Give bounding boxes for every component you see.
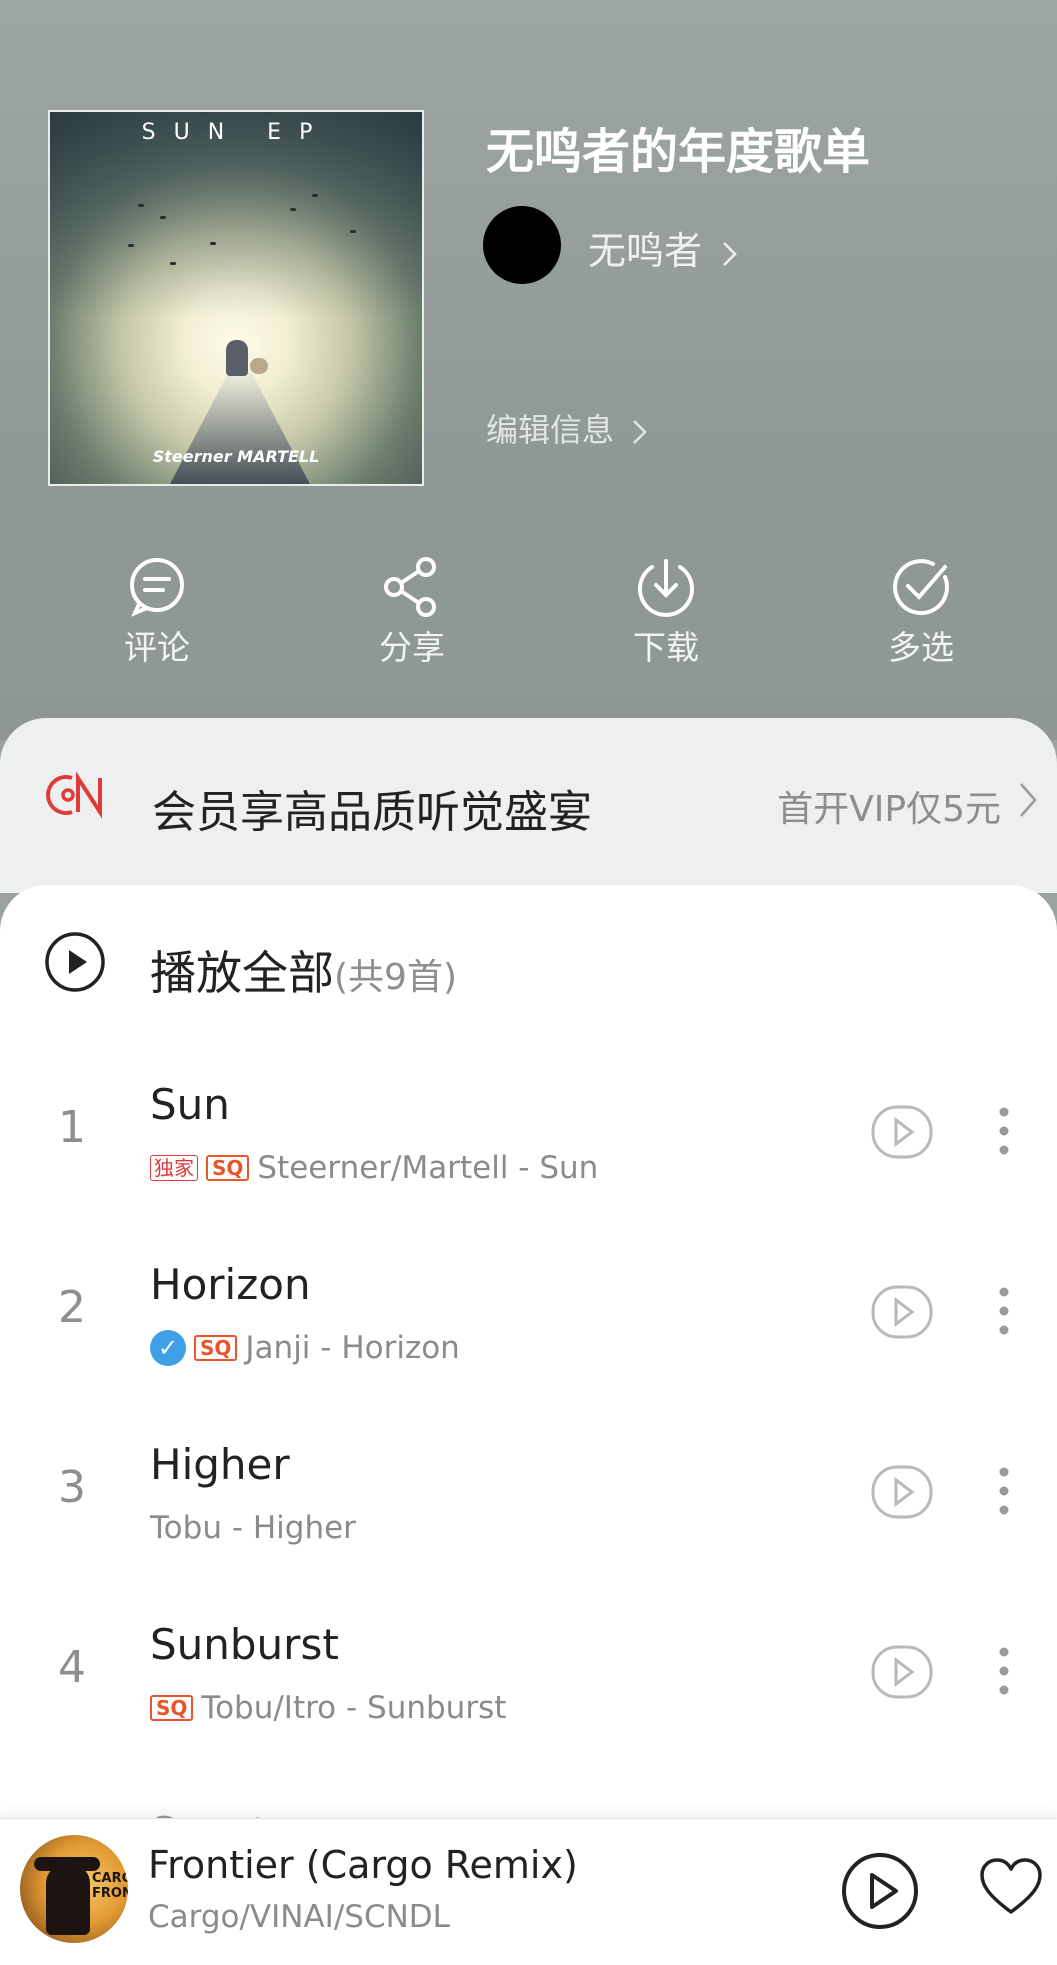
multi-select-icon <box>893 559 949 616</box>
play-all-row[interactable]: 播放全部(共9首) <box>0 885 1057 1035</box>
play-all-text: 播放全部 <box>150 946 334 1000</box>
track-row[interactable]: 3 Higher Tobu - Higher <box>0 1420 1057 1600</box>
track-row[interactable]: 4 Sunburst SQ Tobu/Itro - Sunburst <box>0 1600 1057 1780</box>
track-number: 3 <box>58 1462 86 1513</box>
track-number: 2 <box>58 1282 86 1333</box>
download-button[interactable]: 下载 <box>586 555 746 669</box>
edit-info-link[interactable]: 编辑信息 <box>486 405 650 451</box>
download-label: 下载 <box>633 628 699 667</box>
track-artist-album: Tobu/Itro - Sunburst <box>201 1690 507 1726</box>
download-icon <box>638 559 694 617</box>
track-row[interactable]: 2 Horizon ✓ SQ Janji - Horizon <box>0 1240 1057 1420</box>
cover-bird <box>138 204 144 207</box>
track-list-panel: 播放全部(共9首) 1 Sun 独家 SQ Steerner/Martell -… <box>0 885 1057 1964</box>
playlist-title: 无鸣者的年度歌单 <box>486 124 871 180</box>
cover-bird <box>170 262 176 265</box>
share-icon <box>384 557 436 617</box>
cover-dog-figure <box>250 358 268 374</box>
cover-child-figure <box>226 340 248 376</box>
playlist-cover[interactable]: SUN EP Steerner MARTELL <box>48 110 424 486</box>
track-artist-album: Steerner/Martell - Sun <box>257 1150 599 1186</box>
mv-play-icon[interactable] <box>870 1284 934 1340</box>
cover-bird <box>290 208 296 211</box>
track-artist-album: Tobu - Higher <box>150 1510 356 1546</box>
more-options-icon[interactable] <box>994 1286 1014 1336</box>
vip-logo-icon <box>46 771 102 819</box>
creator-avatar[interactable] <box>483 206 561 284</box>
cover-bird <box>350 230 356 233</box>
track-subtitle: SQ Tobu/Itro - Sunburst <box>150 1690 506 1726</box>
track-subtitle: ✓ SQ Janji - Horizon <box>150 1330 460 1366</box>
track-subtitle: 独家 SQ Steerner/Martell - Sun <box>150 1150 598 1186</box>
vip-offer-link[interactable]: 首开VIP仅5元 <box>777 780 1001 832</box>
track-count: (共9首) <box>334 957 457 998</box>
cover-logo: Steerner MARTELL <box>152 447 320 466</box>
mini-player[interactable]: CARGO FRONTIER Frontier (Cargo Remix) Ca… <box>0 1818 1057 1965</box>
cover-bird <box>312 194 318 197</box>
share-label: 分享 <box>379 628 445 667</box>
cover-cowboy-figure <box>46 1865 90 1935</box>
multi-select-button[interactable]: 多选 <box>841 555 1001 669</box>
playlist-header: SUN EP Steerner MARTELL 无鸣者的年度歌单 无鸣者 编辑信… <box>0 0 1057 740</box>
comment-label: 评论 <box>124 628 190 667</box>
track-title: Horizon <box>150 1260 311 1309</box>
cover-bird <box>160 216 166 219</box>
exclusive-badge: 独家 <box>150 1155 198 1181</box>
sq-badge: SQ <box>194 1335 238 1361</box>
more-options-icon[interactable] <box>994 1466 1014 1516</box>
vip-promo-text: 会员享高品质听觉盛宴 <box>152 787 592 838</box>
multi-select-label: 多选 <box>888 628 954 667</box>
mv-play-icon[interactable] <box>870 1464 934 1520</box>
track-number: 4 <box>58 1642 86 1693</box>
cover-bird <box>210 242 216 245</box>
creator-link[interactable]: 无鸣者 <box>588 220 740 275</box>
chevron-right-icon <box>1020 783 1037 817</box>
cover-road <box>170 364 310 484</box>
now-playing-title: Frontier (Cargo Remix) <box>148 1843 578 1887</box>
more-options-icon[interactable] <box>994 1646 1014 1696</box>
creator-name: 无鸣者 <box>588 229 703 273</box>
sq-badge: SQ <box>150 1695 194 1721</box>
now-playing-artist: Cargo/VINAI/SCNDL <box>148 1899 450 1935</box>
action-bar: 评论 分享 下载 多选 <box>0 555 1057 685</box>
sq-badge: SQ <box>206 1155 250 1181</box>
share-button[interactable]: 分享 <box>332 555 492 669</box>
mv-play-icon[interactable] <box>870 1644 934 1700</box>
more-options-icon[interactable] <box>994 1106 1014 1156</box>
edit-info-label: 编辑信息 <box>486 411 615 449</box>
now-playing-cover[interactable]: CARGO FRONTIER <box>20 1835 128 1943</box>
track-row[interactable]: 1 Sun 独家 SQ Steerner/Martell - Sun <box>0 1060 1057 1240</box>
chevron-right-icon <box>723 241 737 266</box>
heart-icon[interactable] <box>978 1857 1044 1917</box>
cover-bird <box>128 244 134 247</box>
vip-banner[interactable]: 会员享高品质听觉盛宴 首开VIP仅5元 <box>0 718 1057 893</box>
chevron-right-icon <box>633 420 647 444</box>
track-subtitle: Tobu - Higher <box>150 1510 356 1546</box>
track-title: Higher <box>150 1440 290 1489</box>
track-artist-album: Janji - Horizon <box>245 1330 460 1366</box>
comment-button[interactable]: 评论 <box>77 555 237 669</box>
comment-icon <box>130 558 184 617</box>
cover-brand-text: CARGO FRONTIER <box>92 1871 128 1901</box>
play-button-icon[interactable] <box>840 1851 920 1931</box>
play-circle-icon <box>45 932 105 992</box>
play-all-label: 播放全部(共9首) <box>150 937 457 1003</box>
verified-badge-icon: ✓ <box>150 1330 186 1366</box>
track-title: Sunburst <box>150 1620 339 1669</box>
track-title: Sun <box>150 1080 230 1129</box>
cover-title: SUN EP <box>141 120 331 145</box>
track-number: 1 <box>58 1102 86 1153</box>
mv-play-icon[interactable] <box>870 1104 934 1160</box>
